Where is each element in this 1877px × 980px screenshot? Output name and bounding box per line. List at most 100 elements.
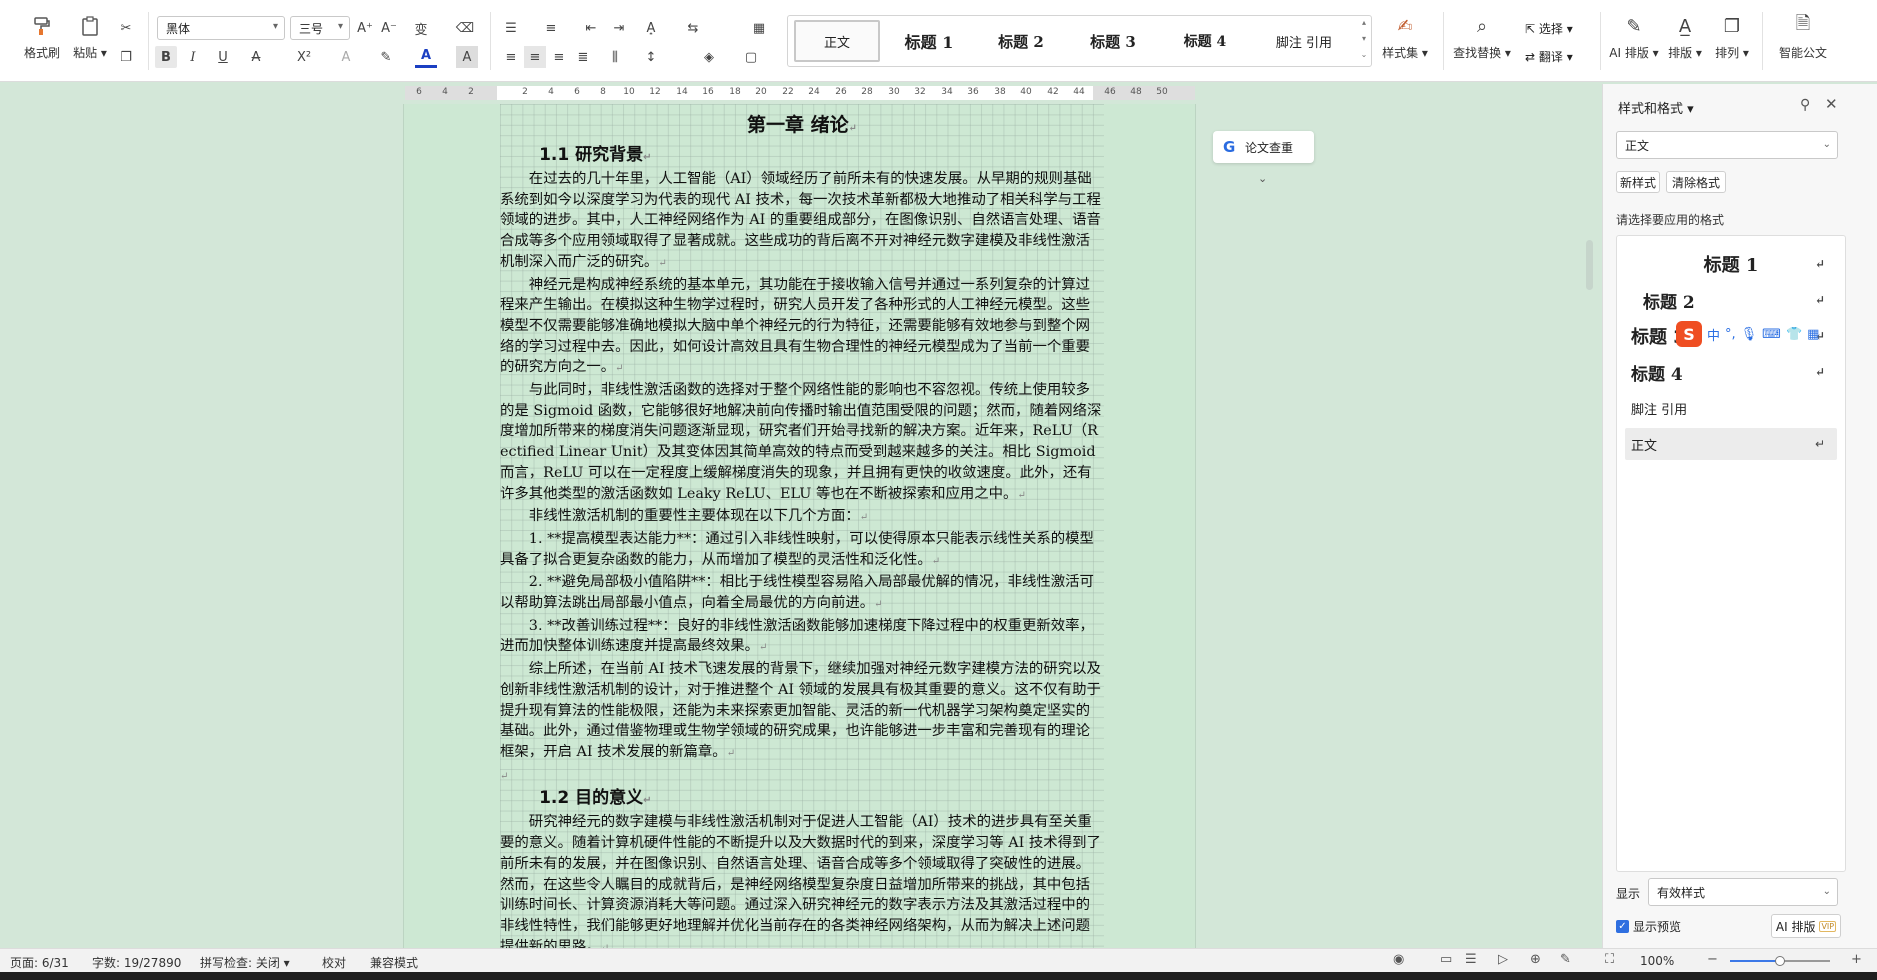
layout-button[interactable]: A̲ 排版 ▾ (1665, 0, 1705, 61)
border-icon[interactable]: ▢ (740, 46, 762, 68)
italic-icon[interactable]: I (182, 46, 204, 68)
style-gallery-item[interactable]: 脚注 引用 (1254, 20, 1354, 62)
shrink-font-icon[interactable]: A⁻ (378, 17, 400, 39)
scrollbar-thumb[interactable] (1586, 240, 1593, 290)
clear-format-icon[interactable]: ⌫ (454, 17, 476, 39)
web-view-icon[interactable]: ⊕ (1530, 952, 1541, 967)
word-count[interactable]: 字数: 19/27890 (92, 954, 181, 971)
underline-icon[interactable]: U (212, 46, 234, 68)
proofread-button[interactable]: 校对 (322, 954, 346, 971)
format-painter-button[interactable]: 格式刷 (20, 0, 64, 61)
ai-layout-button[interactable]: ✎ AI 排版 ▾ (1608, 0, 1660, 61)
ruler-tick: 4 (548, 87, 554, 97)
style-list-item[interactable]: 标题 4 ↵ (1625, 356, 1837, 388)
chevron-down-icon[interactable]: ⌄ (1258, 172, 1267, 185)
gallery-down-icon[interactable]: ▾ (1359, 34, 1369, 43)
play-icon[interactable]: ▷ (1498, 952, 1508, 967)
format-painter-label: 格式刷 (23, 46, 60, 60)
style-gallery-item[interactable]: 标题 2 (978, 20, 1064, 62)
close-icon[interactable]: ✕ (1825, 95, 1838, 113)
bullet-list-icon[interactable]: ☰ (500, 17, 522, 39)
translate-button[interactable]: ⇄ 翻译 ▾ (1525, 48, 1573, 65)
zoom-in-icon[interactable]: + (1851, 952, 1862, 967)
style-gallery-item[interactable]: 标题 1 (886, 20, 972, 62)
text-effect-icon[interactable]: A (335, 46, 357, 68)
smart-formula-button[interactable]: 🗎 智能公文 (1775, 0, 1831, 61)
grow-font-icon[interactable]: A⁺ (354, 17, 376, 39)
superscript-icon[interactable]: X² (293, 46, 315, 68)
ruler-tick: 42 (1047, 87, 1059, 97)
align-left-icon[interactable]: ≡ (500, 46, 522, 68)
translate-label: 翻译 (1538, 50, 1563, 64)
cut-icon[interactable]: ✂ (115, 17, 137, 39)
strikethrough-icon[interactable]: A (245, 46, 267, 68)
page-view-icon[interactable]: ▭ (1440, 952, 1452, 967)
eye-protect-icon[interactable]: ◉ (1393, 952, 1404, 967)
new-style-button[interactable]: 新样式 (1616, 171, 1660, 193)
sogou-ime-icon: S (1676, 321, 1702, 347)
justify-icon[interactable]: ≣ (572, 46, 594, 68)
line-spacing-icon[interactable]: ↕ (640, 46, 662, 68)
font-size-select[interactable]: 三号 ▾ (290, 16, 350, 40)
page-indicator[interactable]: 页面: 6/31 (10, 954, 69, 971)
outline-view-icon[interactable]: ☰ (1465, 952, 1477, 967)
asian-layout-icon[interactable]: A͎ (640, 17, 662, 39)
zoom-slider[interactable] (1730, 956, 1830, 966)
style-list-item[interactable]: 标题 1 ↵ (1625, 248, 1837, 280)
current-style-select[interactable]: 正文 ⌄ (1616, 131, 1838, 159)
document-area[interactable]: 第一章 绪论↵ 1.1 研究背景↵ 在过去的几十年里，人工智能（AI）领域经历了… (0, 104, 1615, 955)
paper-check-button[interactable]: G 论文查重 (1213, 131, 1314, 163)
ruler-tick: 14 (676, 87, 688, 97)
gallery-up-icon[interactable]: ▴ (1359, 18, 1369, 27)
decrease-indent-icon[interactable]: ⇤ (580, 17, 602, 39)
arrange-button[interactable]: ❐ 排列 ▾ (1712, 0, 1752, 61)
style-gallery-item[interactable]: 标题 3 (1070, 20, 1156, 62)
paste-button[interactable]: 粘贴 ▾ (70, 0, 110, 61)
style-list-item[interactable]: 正文 ↵ (1625, 428, 1837, 460)
vertical-scrollbar[interactable] (1583, 104, 1597, 948)
gallery-expand-icon[interactable]: ⌄ (1359, 50, 1369, 59)
document-body[interactable]: 第一章 绪论↵ 1.1 研究背景↵ 在过去的几十年里，人工智能（AI）领域经历了… (500, 110, 1104, 959)
style-gallery-item[interactable]: 正文 (794, 20, 880, 62)
spell-check-status[interactable]: 拼写检查: 关闭 ▾ (200, 954, 290, 971)
font-color-icon[interactable]: A (415, 46, 437, 68)
style-set-icon: ✍ (1397, 15, 1413, 37)
font-name-select[interactable]: 黑体 ▾ (157, 16, 285, 40)
style-list-item[interactable]: 标题 2 ↵ (1625, 284, 1837, 316)
pin-icon[interactable]: ⚲ (1800, 97, 1810, 113)
distribute-icon[interactable]: ⫼ (604, 46, 626, 68)
style-set-button[interactable]: ✍ 样式集 ▾ (1380, 0, 1430, 61)
pen-icon[interactable]: ✎ (1560, 952, 1571, 967)
clear-format-button[interactable]: 清除格式 (1666, 171, 1726, 193)
select-button[interactable]: ⇱ 选择 ▾ (1525, 20, 1573, 37)
bold-icon[interactable]: B (155, 46, 177, 68)
increase-indent-icon[interactable]: ⇥ (608, 17, 630, 39)
fit-page-icon[interactable]: ⛶ (1605, 952, 1614, 967)
show-preview-label: 显示预览 (1633, 920, 1682, 934)
phonetic-guide-icon[interactable]: 变 (410, 17, 432, 39)
display-select[interactable]: 有效样式 ⌄ (1648, 878, 1838, 906)
char-shading-icon[interactable]: A (456, 46, 478, 68)
highlight-icon[interactable]: ✎ (375, 46, 397, 68)
align-center-icon[interactable]: ≡ (524, 46, 546, 68)
numbered-list-icon[interactable]: ≡ (540, 17, 562, 39)
find-replace-button[interactable]: ⌕ 查找替换 ▾ (1450, 0, 1514, 61)
skin-icon: 👕 (1785, 326, 1803, 342)
ime-toolbar[interactable]: S 中 °, 🎙 ⌨ 👕 ▦ (1676, 321, 1819, 347)
horizontal-ruler[interactable]: 6 4 2 2 4 6 8 10 12 14 16 18 20 22 24 26… (405, 86, 1195, 100)
show-preview-checkbox[interactable]: ✓ 显示预览 (1616, 918, 1681, 935)
list-paragraph: 1. **提高模型表达能力**：通过引入非线性映射，可以使得原本只能表示线性关系… (500, 530, 1094, 568)
zoom-slider-handle[interactable] (1775, 956, 1785, 966)
copy-icon[interactable]: ❐ (115, 46, 137, 68)
zoom-level[interactable]: 100% (1640, 954, 1674, 968)
align-right-icon[interactable]: ≡ (548, 46, 570, 68)
ai-layout-panel-button[interactable]: AI 排版 VIP (1771, 914, 1841, 938)
table-icon[interactable]: ▦ (748, 17, 770, 39)
shading-icon[interactable]: ◈ (698, 46, 720, 68)
zoom-out-icon[interactable]: − (1707, 952, 1718, 967)
style-gallery-item[interactable]: 标题 4 (1162, 20, 1248, 62)
style-list-item[interactable]: 脚注 引用 (1625, 392, 1837, 424)
document-page[interactable]: 第一章 绪论↵ 1.1 研究背景↵ 在过去的几十年里，人工智能（AI）领域经历了… (403, 104, 1196, 955)
text-direction-icon[interactable]: ⇆ (682, 17, 704, 39)
panel-title[interactable]: 样式和格式 ▾ (1618, 98, 1694, 117)
